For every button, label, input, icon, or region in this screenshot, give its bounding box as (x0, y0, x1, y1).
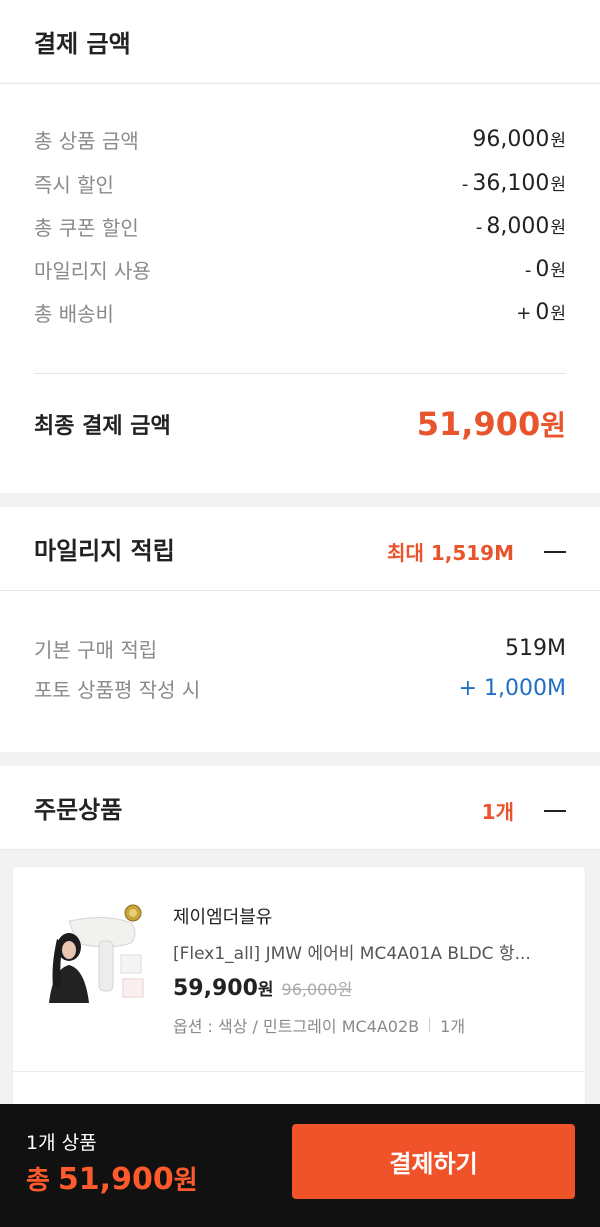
product-price-line: 59,900 원 96,000원 (173, 975, 352, 1001)
product-brand: 제이엠더블유 (173, 907, 273, 928)
won-unit: 원 (550, 261, 566, 281)
payment-row-mileage-use: 마일리지 사용 -0원 (34, 254, 566, 284)
order-header-right: 1개 (482, 796, 566, 825)
mileage-max: 최대 1,519M (387, 541, 514, 565)
payment-row-label: 총 배송비 (34, 301, 114, 326)
product-option-line: 옵션 : 색상 / 민트그레이 MC4A02B 1개 (173, 1013, 465, 1037)
checkout-bar: 1개 상품 총 51,900 원 결제하기 (0, 1104, 600, 1227)
payment-row-shipping: 총 배송비 +0 원 (34, 297, 566, 327)
won-unit: 원 (550, 304, 566, 324)
sign: - (475, 217, 483, 238)
payment-section: 결제 금액 총 상품 금액 96,000 원 즉시 할인 -36,100 원 총 쿠… (0, 0, 600, 493)
payment-row-label: 마일리지 사용 (34, 258, 151, 283)
mileage-section: 마일리지 적립 최대 1,519M 기본 구매 적립 519M 포토 상품평 작… (0, 507, 600, 752)
payment-row-coupon-discount: 총 쿠폰 할인 -8,000 원 (34, 211, 566, 241)
amount: 36,100 (472, 171, 550, 196)
product-quantity: 1개 (440, 1017, 466, 1036)
payment-row-value: 96,000 원 (472, 126, 566, 152)
payment-title: 결제 금액 (34, 30, 131, 58)
final-payment-row: 최종 결제 금액 51,900 원 (34, 394, 566, 454)
amount: 0 (535, 257, 550, 282)
won-unit: 원 (550, 175, 566, 195)
won-unit: 원 (550, 218, 566, 238)
sign: - (461, 174, 469, 195)
product-thumbnail (47, 903, 155, 1003)
mileage-header[interactable]: 마일리지 적립 최대 1,519M (0, 507, 600, 591)
final-payment-label: 최종 결제 금액 (34, 414, 171, 439)
amount: 0 (535, 300, 550, 325)
payment-row-label: 총 상품 금액 (34, 128, 139, 153)
payment-row-instant-discount: 즉시 할인 -36,100 원 (34, 168, 566, 198)
payment-divider (34, 373, 566, 374)
card-divider (13, 1071, 585, 1072)
product-price: 59,900 (173, 976, 258, 1001)
total-prefix: 총 (26, 1166, 50, 1196)
pay-button[interactable]: 결제하기 (292, 1124, 575, 1199)
final-payment-amount: 51,900 원 (417, 404, 566, 444)
collapse-icon[interactable] (544, 550, 566, 553)
product-name[interactable]: [Flex1_all] JMW 에어비 MC4A01A BLDC 항... (173, 939, 553, 964)
payment-header: 결제 금액 (0, 0, 600, 84)
checkout-item-count: 1개 상품 (26, 1132, 97, 1154)
order-count: 1개 (481, 800, 514, 824)
product-price-unit: 원 (257, 980, 274, 1000)
won-unit: 원 (540, 409, 566, 442)
payment-row-value: +0 원 (516, 299, 566, 325)
order-item-card[interactable]: 제이엠더블유 [Flex1_all] JMW 에어비 MC4A01A BLDC … (12, 866, 586, 1116)
payment-row-label: 총 쿠폰 할인 (34, 215, 139, 240)
option-separator (429, 1018, 431, 1032)
order-section-header[interactable]: 주문상품 1개 (0, 766, 600, 850)
product-option: 옵션 : 색상 / 민트그레이 MC4A02B (173, 1017, 420, 1036)
sign: - (524, 260, 532, 281)
amount: 96,000 (472, 127, 550, 152)
order-title: 주문상품 (34, 796, 123, 824)
payment-row-value: -0원 (525, 256, 566, 282)
mileage-row-value: + 1,000M (458, 675, 566, 701)
product-original-price: 96,000원 (281, 980, 353, 999)
product-image (47, 903, 155, 1003)
mileage-row-label: 포토 상품평 작성 시 (34, 677, 201, 702)
amount: 51,900 (416, 405, 541, 443)
total-unit: 원 (173, 1166, 198, 1196)
won-unit: 원 (550, 131, 566, 151)
mileage-header-right: 최대 1,519M (387, 537, 566, 566)
payment-row-total-product: 총 상품 금액 96,000 원 (34, 124, 566, 154)
payment-row-label: 즉시 할인 (34, 172, 114, 197)
mileage-title: 마일리지 적립 (34, 537, 175, 565)
mileage-row-value: 519M (505, 635, 566, 661)
collapse-icon[interactable] (544, 809, 566, 812)
payment-row-value: -8,000 원 (476, 213, 566, 239)
amount: 8,000 (486, 214, 550, 239)
mileage-row-basic: 기본 구매 적립 519M (34, 633, 566, 663)
sign: + (516, 303, 532, 324)
mileage-row-label: 기본 구매 적립 (34, 637, 158, 662)
checkout-total: 총 51,900 원 (26, 1160, 198, 1197)
payment-row-value: -36,100 원 (462, 170, 566, 196)
total-amount: 51,900 (57, 1162, 174, 1197)
mileage-row-photo-review: 포토 상품평 작성 시 + 1,000M (34, 673, 566, 703)
